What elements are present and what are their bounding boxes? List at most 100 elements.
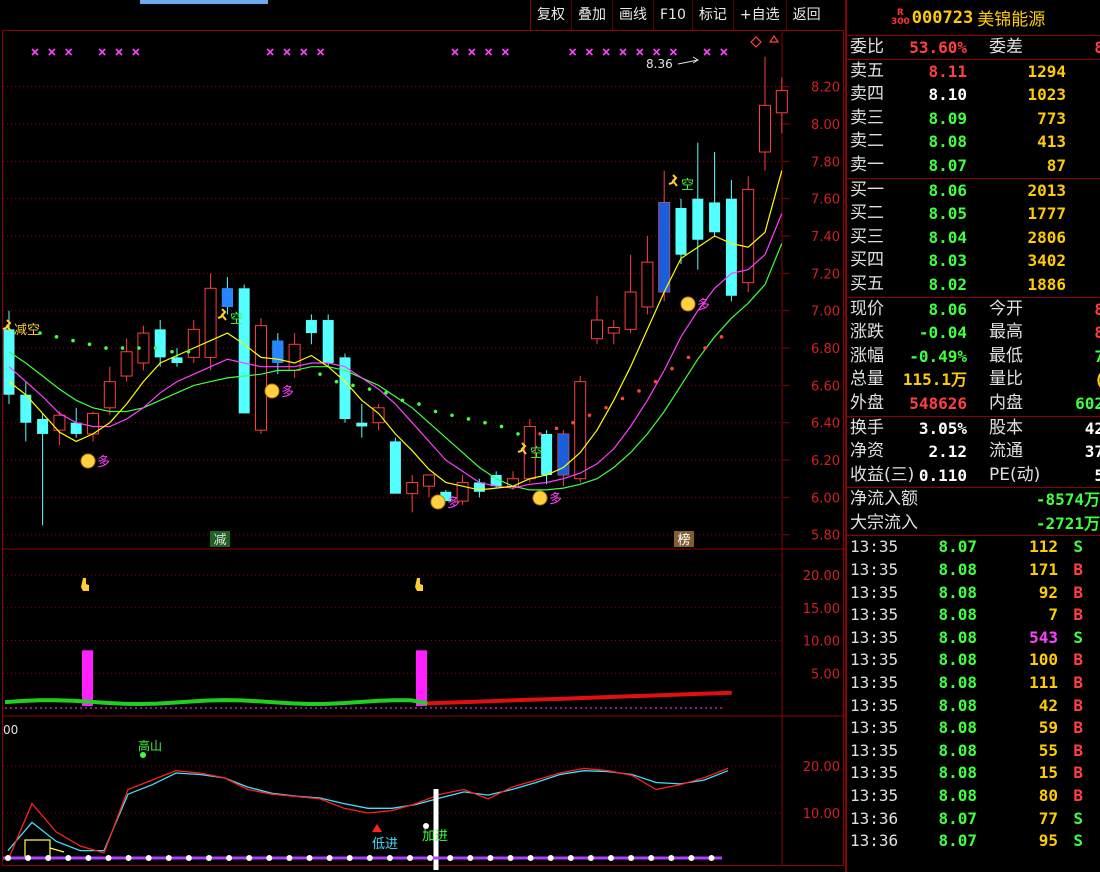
stat-value: 5 [1094, 464, 1100, 488]
trend-dot [87, 342, 92, 347]
osc-base-dot [587, 855, 594, 861]
signal-x-mark [48, 48, 56, 56]
tick-list[interactable]: 13:35 8.07 112 S 13:35 8.08 171 B 13:35 8.08 92 B 13… [847, 536, 1100, 852]
stock-name: 美锦能源 [977, 10, 1046, 30]
price-axis-label: 7.20 [811, 267, 840, 282]
trend-dot [637, 389, 641, 393]
stock-code: 000723 [911, 7, 974, 28]
candle-body [607, 327, 620, 334]
price-axis-label: 8.20 [811, 81, 840, 96]
tick-row[interactable]: 13:35 8.08 111 B [847, 672, 1100, 695]
trend-dot [417, 402, 421, 406]
buy-orders: 买一 8.06 2013 买二 8.05 1777 买三 8.04 2806 买四 8.03 3402… [847, 179, 1100, 298]
tick-row[interactable]: 13:35 8.07 112 S [847, 536, 1100, 559]
volume-axis-label: 20.00 [803, 569, 840, 584]
weibi-label: 委比 [850, 37, 884, 57]
volume-spike-bar [416, 650, 427, 706]
tick-row[interactable]: 13:35 8.08 543 S [847, 627, 1100, 650]
sell-level-row: 卖五 8.11 1294 [847, 60, 1100, 84]
signal-x-mark [115, 48, 123, 56]
osc-base-dot [85, 855, 92, 861]
stat-row: 涨跌 -0.04 最高 8 [847, 321, 1100, 345]
osc-base-dot [45, 855, 52, 861]
tick-row[interactable]: 13:36 8.07 77 S [847, 808, 1100, 831]
tick-price: 8.08 [938, 560, 977, 580]
stat-label: 净资 [850, 441, 884, 462]
stock-header: R 300 000723 美锦能源 [847, 0, 1100, 36]
tick-volume: 77 [1038, 808, 1058, 828]
stat-value: 2.12 [928, 442, 967, 462]
stat-label: 内盘 [989, 392, 1023, 413]
signal-label: 多 [447, 495, 460, 511]
tick-row[interactable]: 13:35 8.08 55 B [847, 740, 1100, 763]
flow-line-green [4, 698, 428, 707]
price-axis-label: 7.80 [811, 155, 840, 170]
price-stats: 现价 8.06 今开 8 涨跌 -0.04 最高 8 涨幅 -0.49% 最低 7 总量 115.1万 量比… [847, 298, 1100, 417]
stat-value: 8 [1094, 321, 1100, 345]
dijin-triangle [372, 824, 382, 832]
fundamental-stats: 换手 3.05% 股本 42 净资 2.12 流通 37 收益(三)0.110 PE(动) 5 [847, 417, 1100, 489]
osc-axis-label: 10.00 [803, 807, 840, 822]
osc-line-slow [7, 767, 729, 861]
stat-label: 收益(三) [850, 464, 915, 485]
order-level-label: 卖三 [850, 107, 884, 128]
signal-label: 多 [281, 384, 294, 400]
trend-dot [516, 432, 520, 436]
tick-volume: 80 [1038, 786, 1058, 805]
order-level-label: 卖一 [850, 154, 884, 175]
order-level-label: 买二 [850, 203, 884, 224]
stat-label: PE(动) [989, 464, 1041, 485]
flow-value: -2721万 [1035, 513, 1100, 533]
tick-row[interactable]: 13:35 8.08 80 B [847, 785, 1100, 808]
tick-price: 8.08 [938, 718, 977, 738]
kline-chart[interactable]: 8.20 8.00 7.80 7.60 7.40 7.20 7.00 6.80 6.60 6.40… [0, 0, 845, 872]
osc-base-dot [125, 855, 132, 861]
tick-side: B [1073, 605, 1083, 625]
tick-price: 8.08 [938, 673, 977, 693]
osc-base-dot [487, 855, 494, 861]
trend-dot [400, 398, 405, 403]
jiajin-label: 加进 [422, 829, 448, 844]
price-axis-label: 6.00 [811, 491, 840, 506]
trend-dot [538, 432, 542, 436]
stat-value: 548626 [909, 393, 967, 413]
stat-label: 涨跌 [850, 322, 884, 343]
tick-row[interactable]: 13:35 8.08 7 B [847, 604, 1100, 627]
stock-chart-app: 复权 叠加 画线 F10 标记 +自选 返回 8.20 8.00 7.80 7.60 7… [0, 0, 1100, 872]
price-axis-label: 8.00 [811, 118, 840, 133]
signal-x-mark [300, 48, 308, 56]
tick-volume: 42 [1038, 695, 1058, 715]
tick-row[interactable]: 13:35 8.08 92 B [847, 582, 1100, 605]
stat-row: 现价 8.06 今开 8 [847, 298, 1100, 322]
tick-volume: 171 [1029, 560, 1058, 580]
tick-row[interactable]: 13:35 8.08 15 B [847, 762, 1100, 785]
trend-dot [170, 349, 174, 354]
tick-time: 13:35 [850, 695, 899, 715]
tick-volume: 92 [1038, 582, 1058, 602]
osc-base-dot [507, 855, 514, 861]
tick-row[interactable]: 13:35 8.08 171 B [847, 559, 1100, 582]
order-volume: 3402 [1027, 251, 1066, 271]
highlight-candle [221, 288, 233, 307]
sell-level-row: 卖四 8.10 1023 [847, 83, 1100, 107]
order-level-label: 买四 [850, 250, 884, 271]
osc-base-dot [246, 855, 253, 861]
gaoshan-label: 高山 [138, 738, 162, 753]
candle-body [255, 325, 267, 431]
tick-time: 13:36 [850, 831, 899, 851]
trend-dot [686, 355, 691, 360]
stat-label: 最高 [989, 322, 1023, 343]
tick-row[interactable]: 13:35 8.08 42 B [847, 695, 1100, 718]
trend-dot [719, 335, 724, 339]
osc-base-dot [185, 855, 192, 861]
stat-row: 收益(三)0.110 PE(动) 5 [847, 464, 1100, 488]
tick-row[interactable]: 13:35 8.08 100 B [847, 649, 1100, 672]
signal-x-mark [266, 48, 274, 56]
runner-icon [668, 174, 678, 187]
tick-row[interactable]: 13:36 8.07 95 S [847, 830, 1100, 853]
trend-dot [571, 420, 575, 425]
tick-row[interactable]: 13:35 8.08 59 B [847, 717, 1100, 740]
money-bag-icon [680, 296, 696, 312]
trend-dot [450, 413, 454, 418]
stat-label: 涨幅 [850, 345, 884, 366]
